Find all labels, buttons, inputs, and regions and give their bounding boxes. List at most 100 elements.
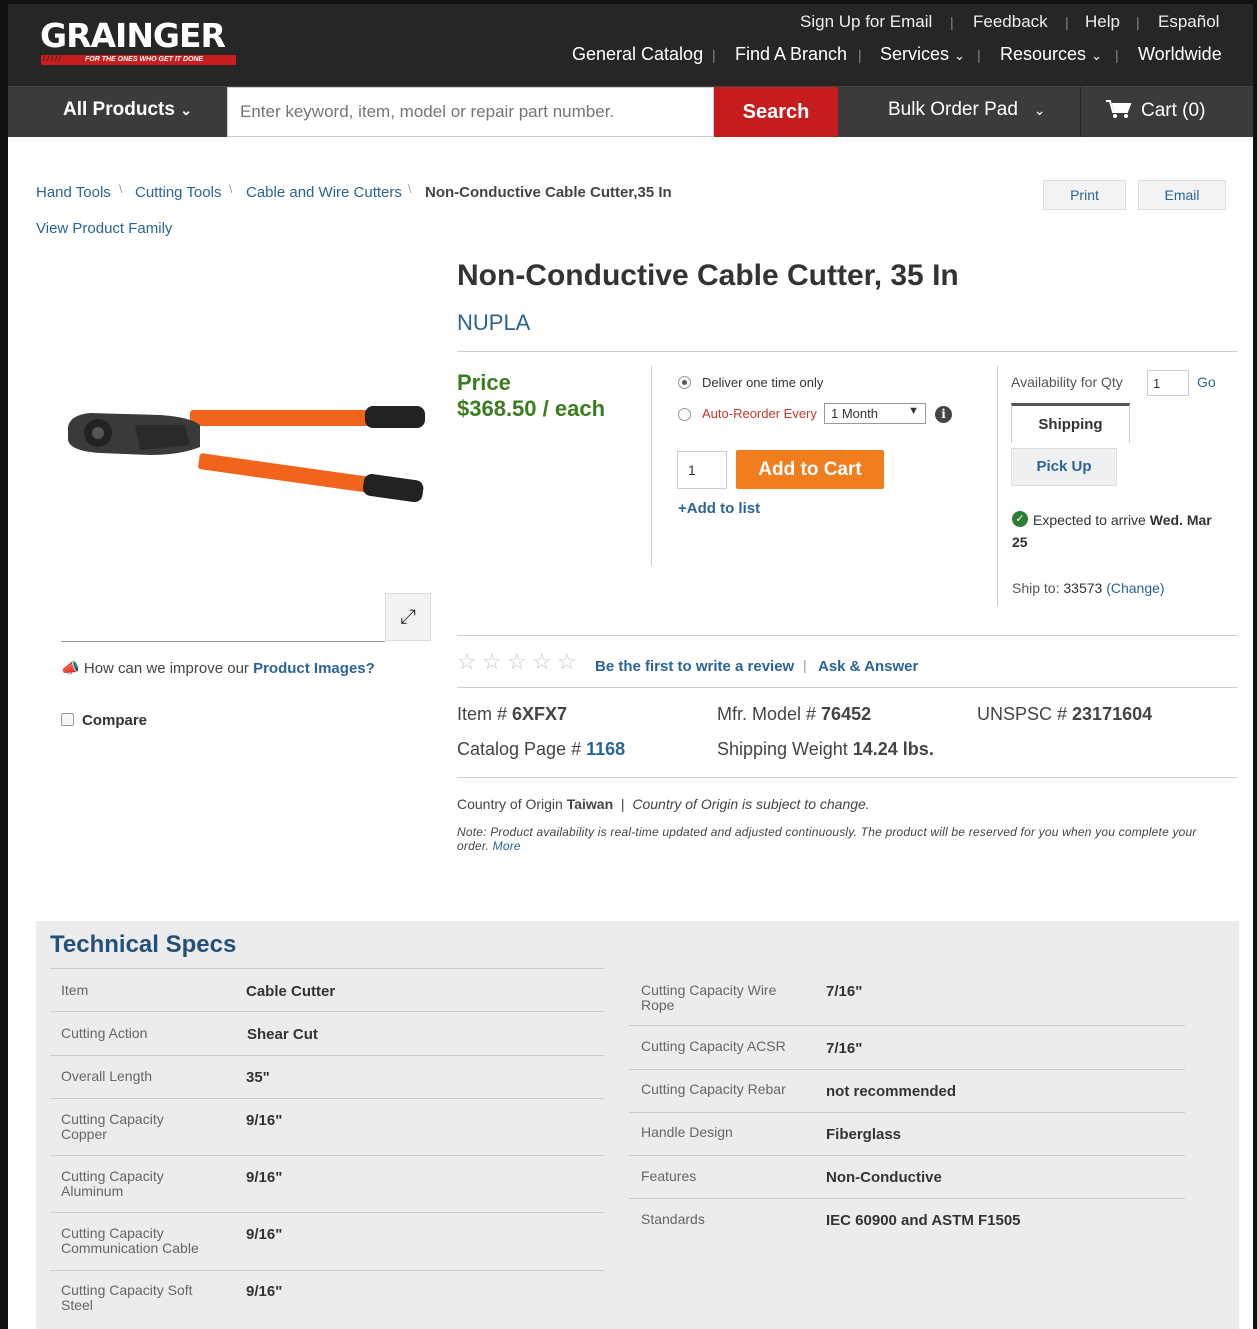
item-value: 6XFX7 <box>512 704 568 724</box>
add-to-list-link[interactable]: +Add to list <box>678 500 760 517</box>
brand-link[interactable]: NUPLA <box>457 310 530 336</box>
cart-link[interactable]: Cart (0) <box>1105 99 1205 122</box>
auto-reorder-label: Auto-Reorder Every <box>702 406 817 421</box>
spec-value: 7/16" <box>826 1040 863 1057</box>
change-zip-link[interactable]: (Change) <box>1106 580 1164 596</box>
grainger-logo[interactable]: GRAINGER <box>40 16 226 55</box>
reorder-frequency-value: 1 Month <box>831 406 878 421</box>
ship-to: Ship to: 33573 (Change) <box>1012 580 1165 596</box>
write-review-link[interactable]: Be the first to write a review <box>595 658 794 675</box>
country-of-origin: Country of Origin Taiwan | Country of Or… <box>457 796 870 812</box>
spec-label: Features <box>641 1168 697 1184</box>
compare-control[interactable]: Compare <box>61 712 147 729</box>
catalog-page-link[interactable]: 1168 <box>586 739 625 759</box>
logo-tagline: /////FOR THE ONES WHO GET IT DONE <box>41 55 236 65</box>
add-to-cart-button[interactable]: Add to Cart <box>736 450 884 489</box>
resources-menu[interactable]: Resources ⌄ <box>1000 44 1102 65</box>
go-button[interactable]: Go <box>1197 374 1216 390</box>
star-icon[interactable]: ☆ <box>532 649 552 675</box>
bulk-order-label: Bulk Order Pad <box>888 99 1018 120</box>
signup-email-link[interactable]: Sign Up for Email <box>800 12 932 32</box>
spec-divider <box>629 1069 1185 1070</box>
expected-text: Expected to arrive <box>1033 512 1150 528</box>
expand-image-button[interactable]: ⤢ <box>385 593 431 641</box>
spec-value: 9/16" <box>246 1112 283 1129</box>
ship-to-zip: 33573 <box>1063 580 1103 596</box>
separator: | <box>1065 14 1069 30</box>
spec-divider <box>50 1212 604 1213</box>
breadcrumb-cutting-tools[interactable]: Cutting Tools <box>135 184 221 201</box>
star-icon[interactable]: ☆ <box>557 649 577 675</box>
general-catalog-link[interactable]: General Catalog <box>572 44 703 65</box>
note-more-link[interactable]: More <box>493 839 521 853</box>
spec-label: Standards <box>641 1211 705 1227</box>
separator: | <box>803 657 807 673</box>
breadcrumb-separator: \ <box>408 182 412 196</box>
check-circle-icon: ✓ <box>1012 511 1028 527</box>
separator: | <box>977 47 981 63</box>
catalog-label: Catalog Page # <box>457 739 587 759</box>
price-label: Price <box>457 370 511 395</box>
services-menu[interactable]: Services ⌄ <box>880 44 965 65</box>
spec-value: Shear Cut <box>247 1026 318 1043</box>
search-button[interactable]: Search <box>714 87 838 137</box>
unspsc: UNSPSC # 23171604 <box>977 704 1152 725</box>
view-product-family-link[interactable]: View Product Family <box>36 220 172 237</box>
print-button[interactable]: Print <box>1043 180 1126 210</box>
breadcrumb-hand-tools[interactable]: Hand Tools <box>36 184 111 201</box>
star-icon[interactable]: ☆ <box>507 649 527 675</box>
tab-shipping[interactable]: Shipping <box>1011 403 1130 443</box>
separator: | <box>1115 47 1119 63</box>
mfr-label: Mfr. Model # <box>717 704 822 724</box>
spec-value: 9/16" <box>246 1283 283 1300</box>
email-button[interactable]: Email <box>1138 180 1226 210</box>
auto-reorder-radio[interactable] <box>678 408 691 421</box>
divider <box>997 366 998 606</box>
tagline-text: FOR THE ONES WHO GET IT DONE <box>85 56 204 63</box>
deliver-once-radio[interactable] <box>678 376 691 389</box>
improve-images: 📣 How can we improve our Product Images? <box>61 659 375 677</box>
breadcrumb-cable-wire-cutters[interactable]: Cable and Wire Cutters <box>246 184 402 201</box>
info-icon[interactable]: i <box>935 406 952 423</box>
espanol-link[interactable]: Español <box>1158 12 1219 32</box>
spec-divider <box>629 1155 1185 1156</box>
product-images-link[interactable]: Product Images <box>253 660 366 677</box>
help-link[interactable]: Help <box>1085 12 1120 32</box>
divider <box>457 635 1237 636</box>
quantity-input[interactable] <box>677 451 727 489</box>
availability-qty-input[interactable] <box>1147 370 1189 396</box>
weight-value: 14.24 lbs. <box>852 739 934 759</box>
item-number: Item # 6XFX7 <box>457 704 567 725</box>
spec-label: Cutting Capacity Wire Rope <box>641 982 777 1013</box>
spec-divider <box>50 968 604 969</box>
star-icon[interactable]: ☆ <box>457 649 477 675</box>
star-icon[interactable]: ☆ <box>482 649 502 675</box>
compare-checkbox[interactable] <box>61 713 74 726</box>
item-label: Item # <box>457 704 513 724</box>
bulk-order-pad-menu[interactable]: Bulk Order Pad ⌄ <box>888 99 1045 121</box>
spec-value: Non-Conductive <box>826 1169 942 1186</box>
all-products-menu[interactable]: All Products ⌄ <box>63 99 192 121</box>
reorder-frequency-select[interactable]: 1 Month ▼ <box>824 403 926 424</box>
spec-divider <box>50 1098 604 1099</box>
spec-value: Cable Cutter <box>246 983 336 1000</box>
expected-date: Wed. Mar <box>1149 512 1212 528</box>
mfr-model: Mfr. Model # 76452 <box>717 704 871 725</box>
spec-value: IEC 60900 and ASTM F1505 <box>826 1212 1021 1229</box>
feedback-link[interactable]: Feedback <box>973 12 1048 32</box>
separator: | <box>1136 14 1140 30</box>
worldwide-link[interactable]: Worldwide <box>1138 44 1222 65</box>
origin-note: Country of Origin is subject to change. <box>632 796 870 812</box>
deliver-once-label: Deliver one time only <box>702 375 824 390</box>
services-label: Services <box>880 44 950 64</box>
spec-label: Cutting Capacity Communication Cable <box>61 1225 199 1256</box>
specs-title: Technical Specs <box>50 931 237 958</box>
ask-answer-link[interactable]: Ask & Answer <box>818 658 918 675</box>
tab-pickup[interactable]: Pick Up <box>1011 448 1117 486</box>
find-branch-link[interactable]: Find A Branch <box>735 44 847 65</box>
compare-label: Compare <box>82 712 148 729</box>
product-image[interactable] <box>60 395 430 505</box>
site-header: GRAINGER /////FOR THE ONES WHO GET IT DO… <box>8 4 1253 87</box>
expected-arrival: Expected to arrive Wed. Mar <box>1033 512 1212 528</box>
search-input[interactable] <box>227 87 714 137</box>
